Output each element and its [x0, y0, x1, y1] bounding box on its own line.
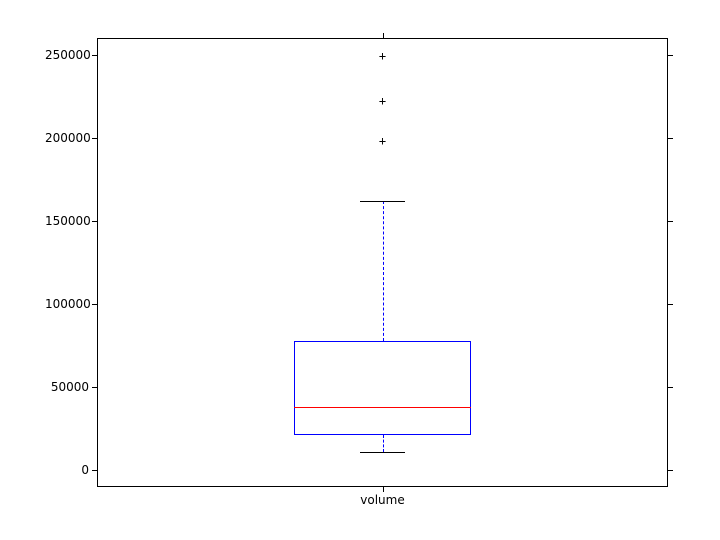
boxplot-median — [294, 407, 471, 408]
y-tick-label: 250000 — [45, 48, 89, 62]
y-tick-label: 150000 — [45, 214, 89, 228]
y-tick-mark — [92, 221, 97, 222]
y-tick-mark — [92, 138, 97, 139]
y-tick-mark — [92, 304, 97, 305]
x-tick-label: volume — [360, 493, 404, 507]
figure: 0 50000 100000 150000 200000 250000 volu… — [0, 0, 720, 540]
boxplot-outlier: + — [379, 135, 386, 147]
boxplot-outlier: + — [379, 95, 386, 107]
boxplot-cap-upper — [360, 201, 406, 202]
boxplot-outlier: + — [379, 50, 386, 62]
x-tick-mark — [383, 487, 384, 492]
y-tick-mark — [668, 138, 673, 139]
boxplot-whisker-upper — [383, 201, 384, 341]
y-tick-mark — [92, 55, 97, 56]
y-tick-label: 0 — [45, 463, 89, 477]
y-tick-mark — [668, 55, 673, 56]
y-tick-mark — [668, 387, 673, 388]
y-tick-label: 100000 — [45, 297, 89, 311]
boxplot-cap-lower — [360, 452, 406, 453]
y-tick-mark — [668, 470, 673, 471]
y-tick-label: 200000 — [45, 131, 89, 145]
y-tick-mark — [668, 304, 673, 305]
x-tick-mark — [383, 33, 384, 38]
y-tick-mark — [92, 470, 97, 471]
boxplot-box — [294, 341, 471, 436]
y-tick-mark — [92, 387, 97, 388]
boxplot-whisker-lower — [383, 435, 384, 452]
y-tick-label: 50000 — [45, 380, 89, 394]
y-tick-mark — [668, 221, 673, 222]
